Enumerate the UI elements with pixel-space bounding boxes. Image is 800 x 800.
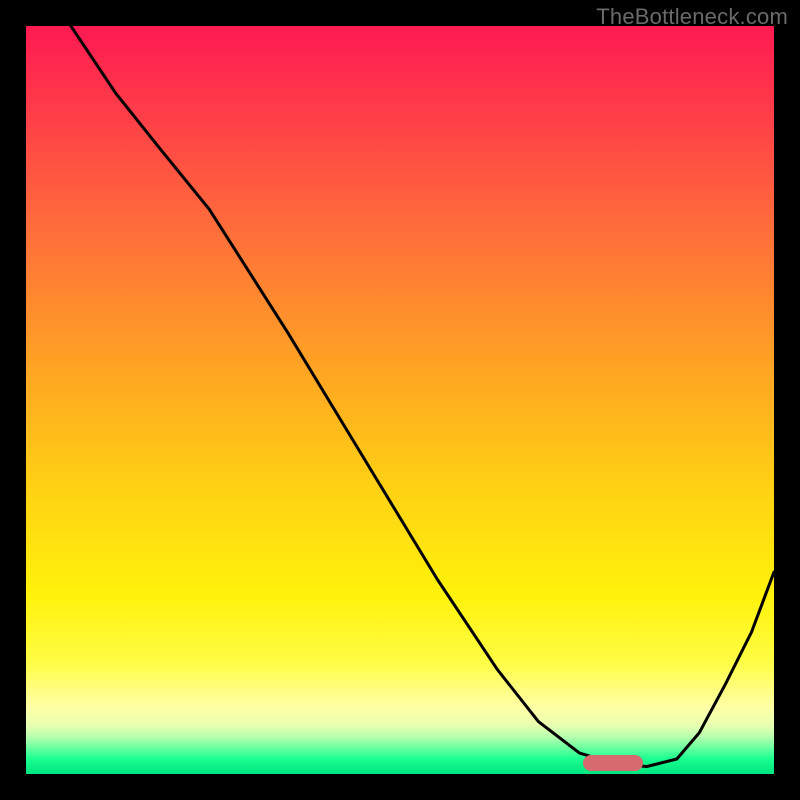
plot-area	[26, 26, 774, 774]
result-marker	[583, 755, 643, 771]
credit-label: TheBottleneck.com	[596, 4, 788, 30]
chart-frame: TheBottleneck.com	[0, 0, 800, 800]
series-curve	[26, 26, 774, 774]
